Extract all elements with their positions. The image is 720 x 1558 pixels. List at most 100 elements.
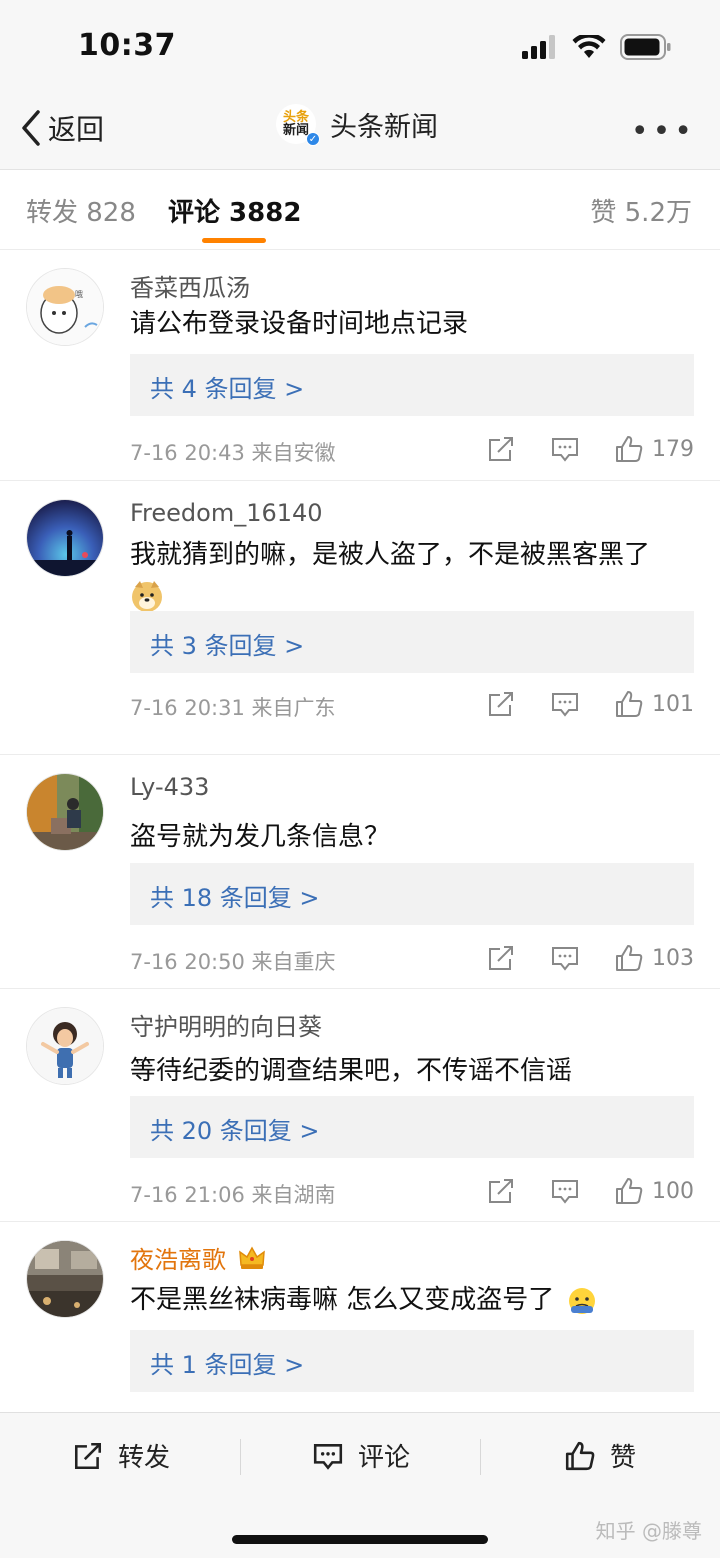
home-indicator (232, 1535, 488, 1544)
nav-bar: 返回 头条 新闻 ✓ 头条新闻 ••• (0, 92, 720, 170)
replies-button[interactable]: 共 1 条回复 > (130, 1330, 694, 1392)
doge-emoji-icon (130, 579, 164, 613)
avatar[interactable]: 哦 (26, 268, 104, 346)
like-button[interactable]: 101 (614, 689, 694, 719)
tab-bar: 转发 828 评论 3882 赞 5.2万 (0, 170, 720, 250)
comment-item: 夜浩离歌 不是黑丝袜病毒嘛 怎么又变成盗号了 共 1 条回复 > (0, 1222, 720, 1422)
comment-list: 哦 香菜西瓜汤 请公布登录设备时间地点记录 共 4 条回复 > 7-16 20:… (0, 250, 720, 1422)
comment-author[interactable]: Ly-433 (130, 773, 209, 801)
svg-text:哦: 哦 (75, 289, 83, 299)
replies-label: 共 4 条回复 > (150, 375, 305, 403)
comment-author[interactable]: 香菜西瓜汤 (130, 268, 250, 303)
replies-button[interactable]: 共 20 条回复 > (130, 1096, 694, 1158)
account-logo: 头条 新闻 ✓ (276, 104, 320, 146)
cellular-signal-icon (522, 35, 555, 59)
comment-button[interactable]: 评论 (312, 1437, 410, 1474)
like-button[interactable]: 103 (614, 943, 694, 973)
comment-text-content: 我就猜到的嘛，是被人盗了，不是被黑客黑了 (130, 540, 651, 570)
like-count: 100 (652, 1178, 694, 1204)
wifi-icon (572, 35, 606, 58)
comment-icon (313, 1443, 343, 1470)
comment-actions: 100 (452, 1176, 694, 1206)
status-bar: 10:37 (0, 0, 720, 92)
page-title: 头条新闻 (330, 111, 438, 143)
verified-badge-icon: ✓ (306, 132, 320, 146)
share-icon[interactable] (486, 1176, 516, 1206)
comment-label: 评论 (358, 1443, 411, 1473)
account-header[interactable]: 头条 新闻 ✓ 头条新闻 (276, 104, 438, 146)
replies-label: 共 18 条回复 > (150, 884, 320, 912)
like-label: 赞 (610, 1443, 637, 1473)
comment-actions: 103 (452, 943, 694, 973)
comment-text: 盗号就为发几条信息？ (130, 822, 391, 852)
share-icon[interactable] (486, 434, 516, 464)
logo-line-2: 新闻 (282, 123, 309, 138)
divider (480, 1439, 481, 1475)
comment-item: Ly-433 盗号就为发几条信息？ 共 18 条回复 > 7-16 20:50 … (0, 755, 720, 989)
share-icon[interactable] (486, 689, 516, 719)
comment-actions: 101 (452, 689, 694, 719)
thumbs-up-icon (565, 1441, 595, 1470)
comment-meta: 7-16 20:31 来自广东 (130, 696, 336, 720)
comment-author[interactable]: Freedom_16140 (130, 499, 323, 527)
comment-text: 我就猜到的嘛，是被人盗了，不是被黑客黑了 (130, 535, 700, 615)
thumbs-up-icon (616, 945, 643, 971)
divider (240, 1439, 241, 1475)
comment-item: Freedom_16140 我就猜到的嘛，是被人盗了，不是被黑客黑了 共 3 条… (0, 481, 720, 755)
tab-comment[interactable]: 评论 3882 (168, 192, 301, 229)
comment-text: 请公布登录设备时间地点记录 (130, 309, 469, 339)
like-button[interactable]: 100 (614, 1176, 694, 1206)
like-button[interactable]: 179 (614, 434, 694, 464)
comment-text: 不是黑丝袜病毒嘛 怎么又变成盗号了 (130, 1280, 700, 1320)
comment-item: 哦 香菜西瓜汤 请公布登录设备时间地点记录 共 4 条回复 > 7-16 20:… (0, 250, 720, 481)
back-label: 返回 (48, 113, 105, 146)
tab-repost[interactable]: 转发 828 (26, 192, 136, 229)
comment-text-content: 不是黑丝袜病毒嘛 怎么又变成盗号了 (130, 1285, 555, 1315)
comment-actions: 179 (452, 434, 694, 464)
comment-meta: 7-16 20:50 来自重庆 (130, 950, 336, 974)
comment-meta: 7-16 21:06 来自湖南 (130, 1183, 336, 1207)
avatar[interactable] (26, 1240, 104, 1318)
comment-author[interactable]: 夜浩离歌 (130, 1240, 266, 1277)
bottom-toolbar: 转发 评论 赞 知乎 @滕尊 (0, 1412, 720, 1558)
status-time: 10:37 (78, 28, 176, 63)
share-icon[interactable] (486, 943, 516, 973)
avatar[interactable] (26, 499, 104, 577)
back-button[interactable]: 返回 (20, 108, 104, 148)
comment-author-name: 夜浩离歌 (130, 1246, 226, 1274)
crown-badge-icon (238, 1245, 266, 1277)
comment-text: 等待纪委的调查结果吧，不传谣不信谣 (130, 1056, 573, 1086)
replies-label: 共 1 条回复 > (150, 1351, 305, 1379)
more-menu-icon[interactable]: ••• (631, 114, 696, 149)
tab-likes[interactable]: 赞 5.2万 (590, 192, 692, 229)
tab-active-indicator (202, 238, 266, 243)
comment-author[interactable]: 守护明明的向日葵 (130, 1007, 322, 1042)
avatar[interactable] (26, 773, 104, 851)
avatar[interactable] (26, 1007, 104, 1085)
replies-button[interactable]: 共 4 条回复 > (130, 354, 694, 416)
watermark: 知乎 @滕尊 (595, 1519, 702, 1543)
thumbs-up-icon (616, 691, 643, 717)
like-post-button[interactable]: 赞 (564, 1437, 636, 1474)
status-icons (522, 34, 672, 60)
replies-label: 共 3 条回复 > (150, 632, 305, 660)
comment-item: 守护明明的向日葵 等待纪委的调查结果吧，不传谣不信谣 共 20 条回复 > 7-… (0, 989, 720, 1222)
comment-icon[interactable] (550, 1176, 580, 1206)
share-icon (74, 1442, 102, 1469)
sweat-emoji-icon (567, 1286, 597, 1316)
like-count: 101 (652, 691, 694, 717)
thumbs-up-icon (616, 1178, 643, 1204)
replies-button[interactable]: 共 18 条回复 > (130, 863, 694, 925)
thumbs-up-icon (616, 436, 643, 462)
comment-icon[interactable] (550, 434, 580, 464)
like-count: 179 (652, 436, 694, 462)
battery-icon (620, 34, 671, 60)
comment-meta: 7-16 20:43 来自安徽 (130, 441, 336, 465)
replies-label: 共 20 条回复 > (150, 1117, 320, 1145)
replies-button[interactable]: 共 3 条回复 > (130, 611, 694, 673)
chevron-left-icon (22, 110, 40, 146)
comment-icon[interactable] (550, 689, 580, 719)
repost-label: 转发 (118, 1443, 171, 1473)
repost-button[interactable]: 转发 (72, 1437, 170, 1474)
comment-icon[interactable] (550, 943, 580, 973)
